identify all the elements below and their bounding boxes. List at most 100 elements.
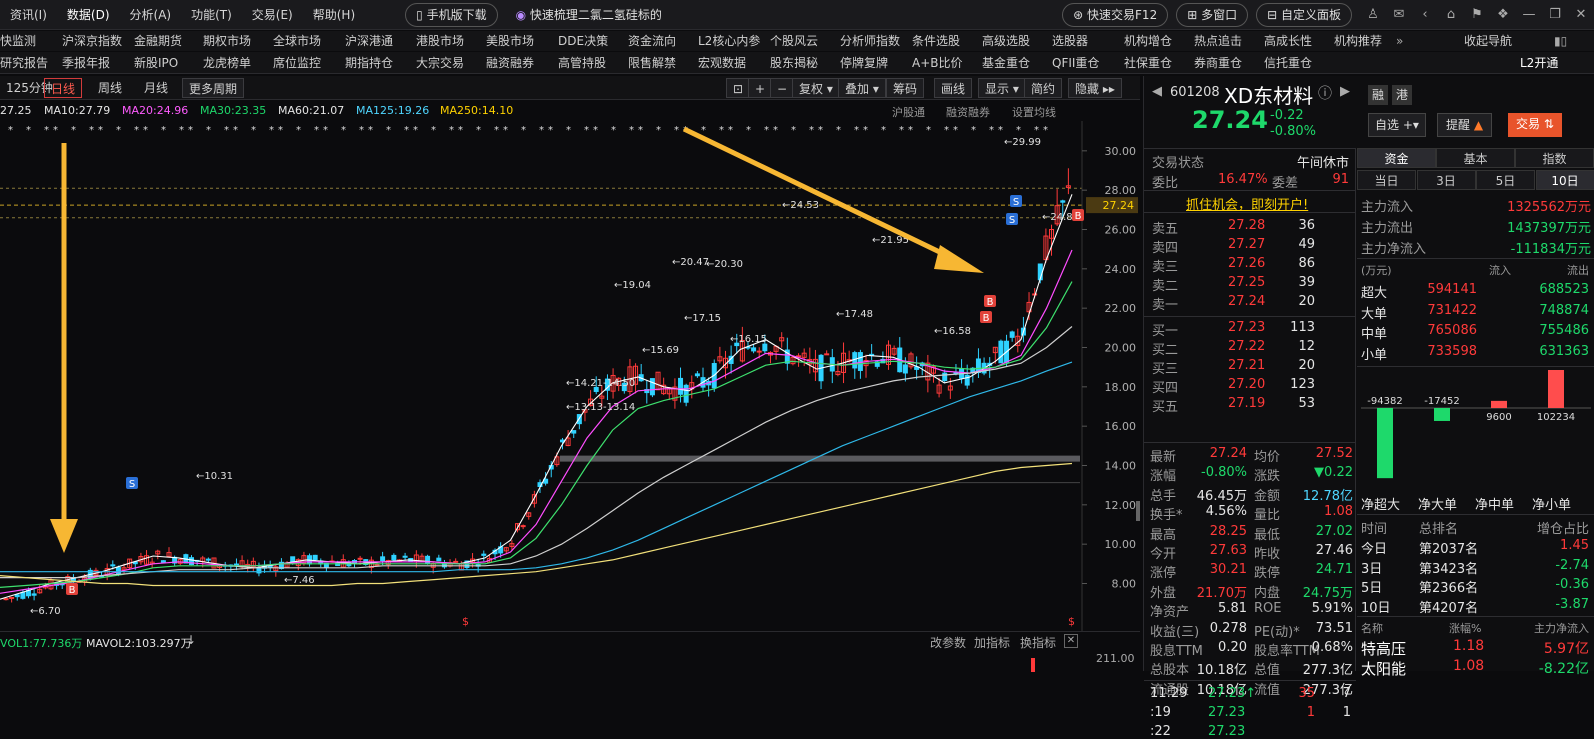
next-stock-icon[interactable]: ▶ xyxy=(1340,84,1350,99)
restore-icon[interactable]: ❐ xyxy=(1542,0,1568,30)
hide-button[interactable]: 隐藏 ▸▸ xyxy=(1068,78,1122,98)
add-indicator-link[interactable]: 加指标 xyxy=(974,634,1010,651)
period-tab-2[interactable]: 5日 xyxy=(1476,170,1535,190)
sector-name[interactable]: 特高压 xyxy=(1361,638,1406,659)
multi-window-button[interactable]: ⊞ 多窗口 xyxy=(1176,3,1248,27)
trade-button[interactable]: 交易 ⇅ xyxy=(1508,113,1562,137)
tab-more-periods[interactable]: 更多周期 xyxy=(182,78,244,98)
add-watchlist-button[interactable]: 自选 +▾ xyxy=(1368,113,1426,137)
promo-link[interactable]: ◉ 快速梳理二氯二氢硅标的 xyxy=(516,6,662,23)
close-icon[interactable]: ✕ xyxy=(1568,0,1594,30)
chart-resize-handle[interactable] xyxy=(1136,501,1140,521)
lock-icon[interactable]: ⊡ xyxy=(726,78,750,98)
nav2-item-14[interactable]: 基金重仓 xyxy=(982,53,1030,73)
alert-button[interactable]: 提醒 ▲ xyxy=(1437,113,1492,137)
open-account-link[interactable]: 抓住机会，即刻开户! xyxy=(1186,194,1308,213)
zoom-in-icon[interactable]: + xyxy=(748,78,772,98)
nav-item-3[interactable]: 期权市场 xyxy=(203,31,251,51)
nav-item-19[interactable]: 机构推荐 xyxy=(1334,31,1382,51)
nav2-item-15[interactable]: QFII重仓 xyxy=(1052,53,1099,73)
nav2-item-17[interactable]: 券商重仓 xyxy=(1194,53,1242,73)
nav-item-18[interactable]: 高成长性 xyxy=(1264,31,1312,51)
nav-item-8[interactable]: DDE决策 xyxy=(558,31,608,51)
quick-trade-button[interactable]: ⊛ 快速交易F12 xyxy=(1062,3,1168,27)
prev-stock-icon[interactable]: ◀ xyxy=(1152,84,1162,99)
nav-item-5[interactable]: 沪深港通 xyxy=(345,31,393,51)
chips-button[interactable]: 筹码 xyxy=(886,78,924,98)
skin-icon[interactable]: ❖ xyxy=(1490,0,1516,30)
nav2-item-5[interactable]: 期指持仓 xyxy=(345,53,393,73)
tab-weekly[interactable]: 周线 xyxy=(92,78,128,98)
nav-item-15[interactable]: 选股器 xyxy=(1052,31,1088,51)
mobile-download-button[interactable]: ▯ 手机版下载 xyxy=(405,3,497,27)
nav2-item-3[interactable]: 龙虎榜单 xyxy=(203,53,251,73)
set-ma-link[interactable]: 设置均线 xyxy=(1012,104,1056,120)
nav-scroll-icon[interactable]: ▮▯ xyxy=(1554,31,1567,51)
nav2-item-9[interactable]: 限售解禁 xyxy=(628,53,676,73)
hk-connect-link[interactable]: 沪股通 xyxy=(892,104,925,120)
sector-name[interactable]: 太阳能 xyxy=(1361,658,1406,679)
nav-item-7[interactable]: 美股市场 xyxy=(486,31,534,51)
period-tab-0[interactable]: 当日 xyxy=(1357,170,1416,190)
nav-item-12[interactable]: 分析师指数 xyxy=(840,31,900,51)
nav-item-14[interactable]: 高级选股 xyxy=(982,31,1030,51)
nav2-item-12[interactable]: 停牌复牌 xyxy=(840,53,888,73)
nav-item-17[interactable]: 热点追击 xyxy=(1194,31,1242,51)
nav2-item-7[interactable]: 融资融券 xyxy=(486,53,534,73)
nav-item-20[interactable]: 收起导航 xyxy=(1464,31,1512,51)
display-button[interactable]: 显示 ▾ xyxy=(978,78,1026,98)
margin-link[interactable]: 融资融券 xyxy=(946,104,990,120)
nav2-item-6[interactable]: 大宗交易 xyxy=(416,53,464,73)
simple-button[interactable]: 简约 xyxy=(1024,78,1062,98)
nav-item-4[interactable]: 全球市场 xyxy=(273,31,321,51)
nav2-item-18[interactable]: 信托重仓 xyxy=(1264,53,1312,73)
menu-trade[interactable]: 交易(E) xyxy=(242,0,303,30)
nav2-item-2[interactable]: 新股IPO xyxy=(134,53,178,73)
nav2-item-0[interactable]: 研究报告 xyxy=(0,53,48,73)
nav-item-1[interactable]: 沪深京指数 xyxy=(62,31,122,51)
menu-help[interactable]: 帮助(H) xyxy=(303,0,365,30)
info-icon[interactable]: ⓘ xyxy=(1318,83,1332,103)
adjust-button[interactable]: 复权 ▾ xyxy=(792,78,840,98)
minimize-icon[interactable]: — xyxy=(1516,0,1542,30)
zoom-out-icon[interactable]: − xyxy=(770,78,794,98)
nav-item-9[interactable]: 资金流向 xyxy=(628,31,676,51)
back-icon[interactable]: ‹ xyxy=(1412,0,1438,30)
nav2-item-8[interactable]: 高管持股 xyxy=(558,53,606,73)
fund-tab-0[interactable]: 资金 xyxy=(1357,148,1436,168)
nav-item-6[interactable]: 港股市场 xyxy=(416,31,464,51)
nav-item-0[interactable]: 快监测 xyxy=(0,31,36,51)
nav-item-16[interactable]: 机构增仓 xyxy=(1124,31,1172,51)
shirt-icon[interactable]: ⚑ xyxy=(1464,0,1490,30)
menu-news[interactable]: 资讯(I) xyxy=(0,0,57,30)
nav2-item-19[interactable]: L2开通 xyxy=(1520,53,1558,73)
fund-tab-2[interactable]: 指数 xyxy=(1515,148,1594,168)
period-tab-3[interactable]: 10日 xyxy=(1536,170,1594,190)
mail-icon[interactable]: ✉ xyxy=(1386,0,1412,30)
menu-data[interactable]: 数据(D) xyxy=(57,0,120,30)
switch-indicator-link[interactable]: 换指标 xyxy=(1020,634,1056,651)
home-icon[interactable]: ⌂ xyxy=(1438,0,1464,30)
menu-analysis[interactable]: 分析(A) xyxy=(120,0,182,30)
user-icon[interactable]: ♙ xyxy=(1360,0,1386,30)
nav2-item-13[interactable]: A+B比价 xyxy=(912,53,963,73)
nav2-item-4[interactable]: 席位监控 xyxy=(273,53,321,73)
custom-panel-button[interactable]: ⊟ 自定义面板 xyxy=(1256,3,1352,27)
nav2-item-16[interactable]: 社保重仓 xyxy=(1124,53,1172,73)
nav2-item-10[interactable]: 宏观数据 xyxy=(698,53,746,73)
more-icon[interactable]: » xyxy=(1396,31,1403,51)
tab-monthly[interactable]: 月线 xyxy=(138,78,174,98)
nav-item-2[interactable]: 金融期货 xyxy=(134,31,182,51)
close-icon[interactable]: ✕ xyxy=(1064,634,1078,648)
draw-button[interactable]: 画线 xyxy=(934,78,972,98)
fund-tab-1[interactable]: 基本 xyxy=(1436,148,1515,168)
overlay-button[interactable]: 叠加 ▾ xyxy=(838,78,886,98)
hk-badge[interactable]: 港 xyxy=(1392,85,1412,105)
edit-params-link[interactable]: 改参数 xyxy=(930,634,966,651)
nav-item-10[interactable]: L2核心内参 xyxy=(698,31,760,51)
nav2-item-1[interactable]: 季报年报 xyxy=(62,53,110,73)
margin-badge[interactable]: 融 xyxy=(1368,85,1388,105)
nav-item-11[interactable]: 个股风云 xyxy=(770,31,818,51)
period-tab-1[interactable]: 3日 xyxy=(1417,170,1476,190)
kline-chart[interactable]: 30.0028.0026.0024.0022.0020.0018.0016.00… xyxy=(0,121,1140,631)
